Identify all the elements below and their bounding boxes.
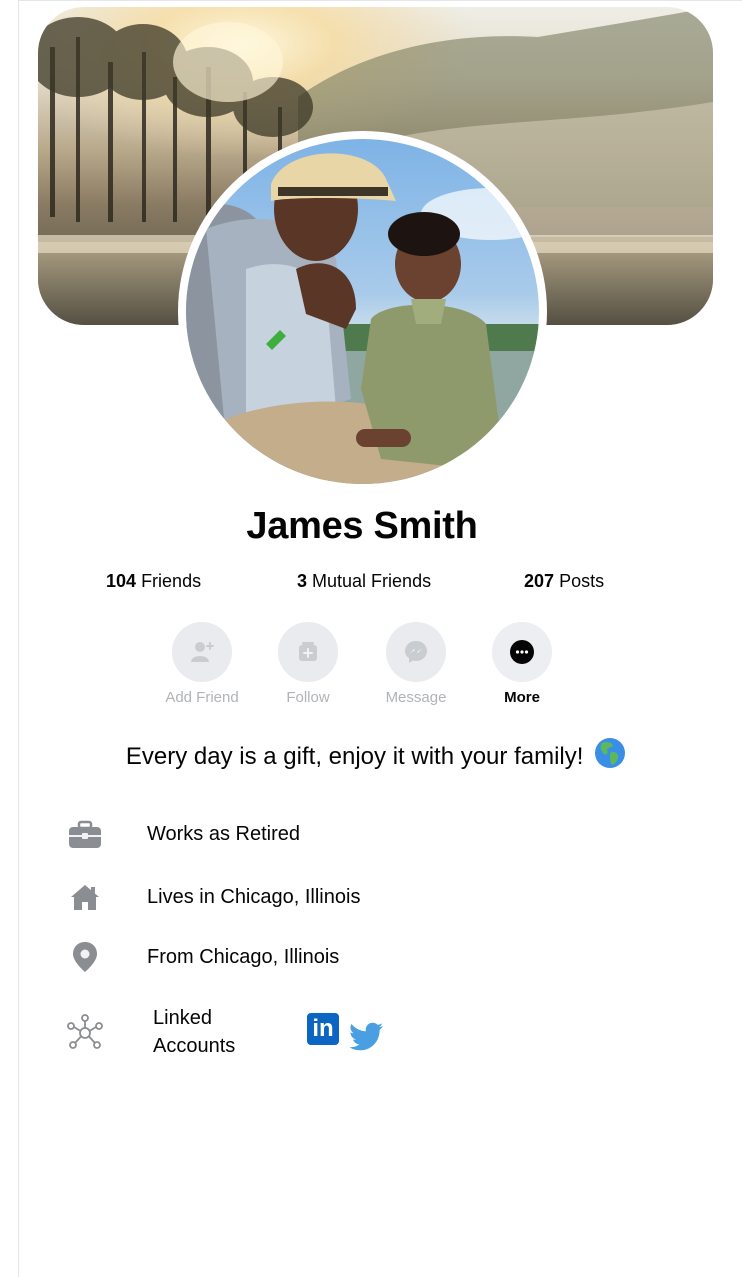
posts-stat[interactable]: 207 Posts — [524, 571, 604, 592]
from-row: From Chicago, Illinois — [0, 932, 742, 982]
lives-text: Lives in Chicago, Illinois — [147, 886, 361, 908]
work-row: Works as Retired — [0, 810, 742, 860]
home-icon — [71, 885, 99, 910]
more-icon — [510, 640, 534, 664]
friends-label: Friends — [141, 571, 202, 591]
message-circle — [386, 622, 446, 682]
follow-circle — [278, 622, 338, 682]
location-icon-wrap — [60, 932, 110, 982]
add-friend-button[interactable]: Add Friend — [152, 622, 252, 706]
bio-text: Every day is a gift, enjoy it with your … — [125, 743, 584, 770]
more-label: More — [504, 689, 540, 706]
globe-americas-emoji-icon — [595, 738, 626, 768]
lives-row: Lives in Chicago, Illinois — [0, 872, 742, 922]
work-icon-wrap — [60, 810, 110, 860]
network-icon-wrap — [60, 1008, 110, 1058]
mutual-friends-label: Mutual Friends — [312, 571, 432, 591]
friends-stat[interactable]: 104 Friends — [106, 571, 201, 592]
posts-count: 207 — [524, 571, 555, 591]
linkedin-icon[interactable]: in — [307, 1013, 339, 1045]
message-button[interactable]: Message — [366, 622, 466, 706]
friends-count: 104 — [106, 571, 137, 591]
work-text: Works as Retired — [147, 823, 301, 845]
posts-label: Posts — [559, 571, 605, 591]
from-text: From Chicago, Illinois — [147, 946, 340, 968]
profile-photo[interactable] — [186, 139, 539, 484]
follow-label: Follow — [286, 689, 330, 706]
add-friend-icon — [191, 642, 214, 662]
profile-actions: Add Friend Follow Message More — [0, 622, 742, 712]
location-pin-icon — [73, 942, 97, 972]
mutual-friends-stat[interactable]: 3 Mutual Friends — [297, 571, 431, 592]
add-friend-label: Add Friend — [165, 689, 239, 706]
messenger-icon — [405, 641, 427, 663]
more-button[interactable]: More — [472, 622, 572, 706]
network-icon — [67, 1014, 103, 1049]
profile-bio: Every day is a gift, enjoy it with your … — [0, 737, 742, 771]
mutual-friends-count: 3 — [297, 571, 308, 591]
follow-button[interactable]: Follow — [258, 622, 358, 706]
home-icon-wrap — [60, 872, 110, 922]
add-friend-circle — [172, 622, 232, 682]
profile-name: James Smith — [246, 505, 478, 547]
profile-photo-frame — [178, 131, 547, 492]
twitter-icon[interactable] — [350, 1022, 384, 1052]
more-circle — [492, 622, 552, 682]
message-label: Message — [385, 689, 447, 706]
linked-accounts-text: Linked Accounts — [153, 1007, 236, 1057]
briefcase-icon — [69, 820, 101, 848]
follow-icon — [299, 642, 317, 661]
